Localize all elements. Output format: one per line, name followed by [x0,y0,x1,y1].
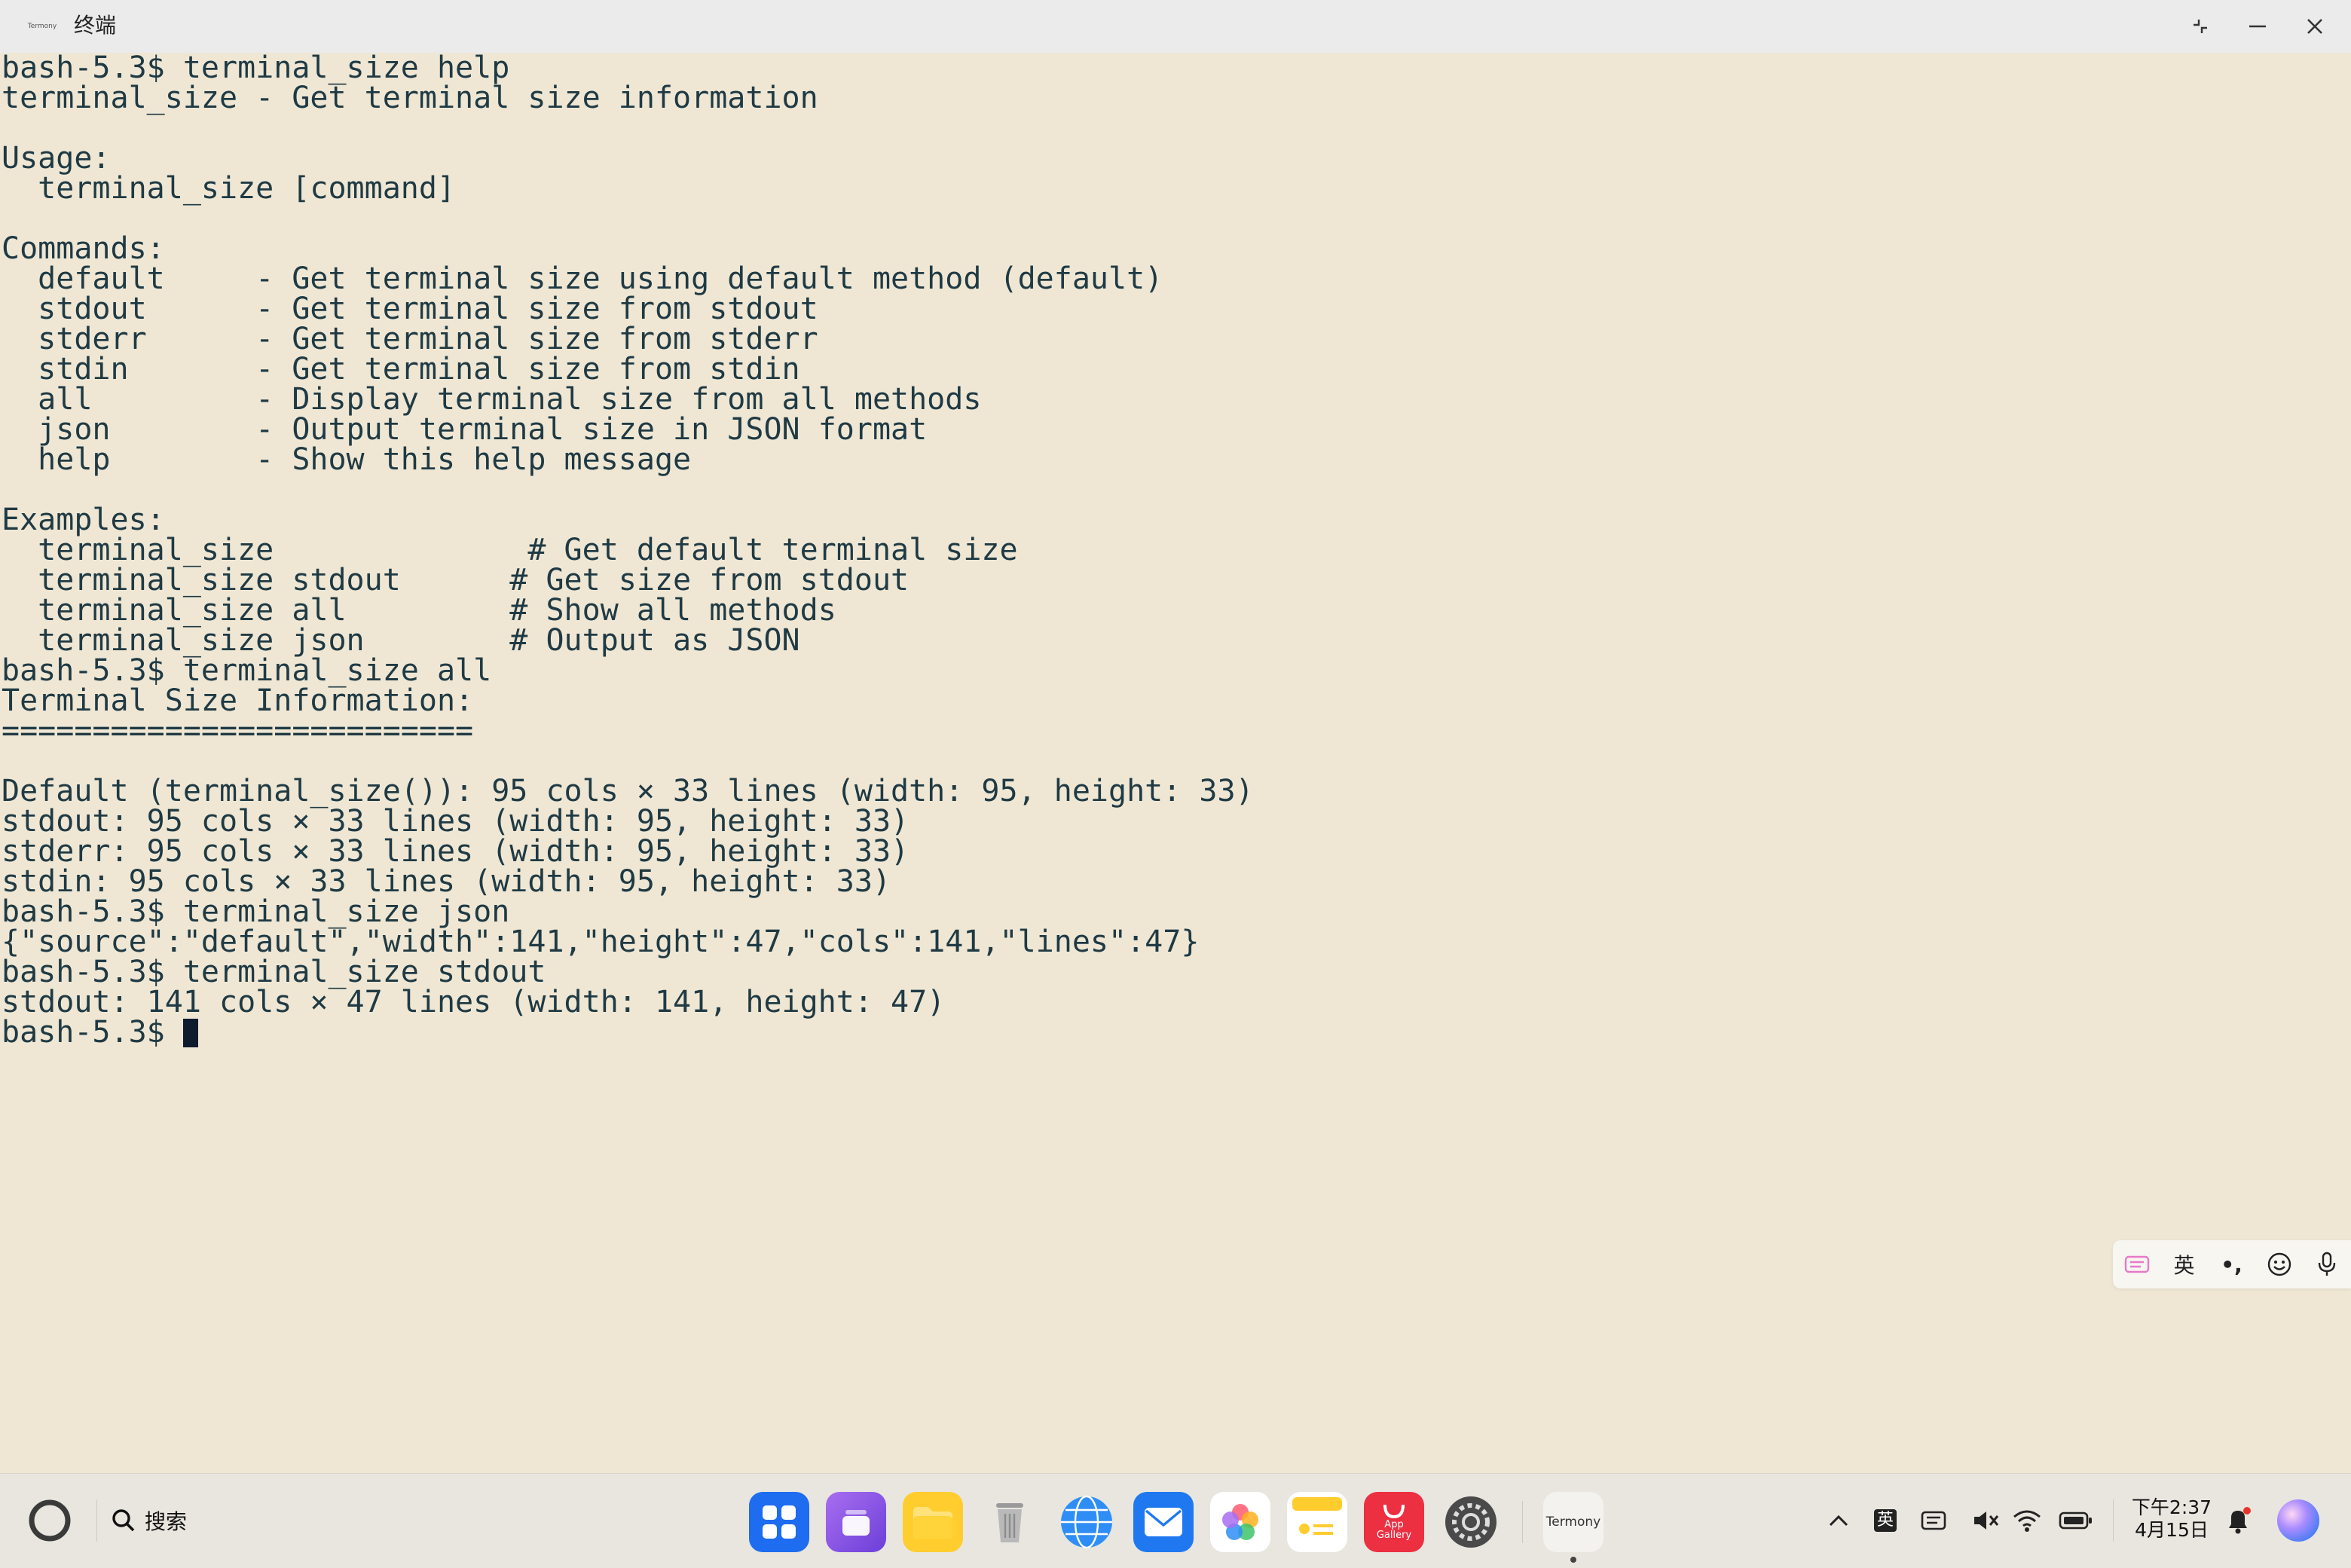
dock-app-settings[interactable] [1441,1492,1501,1552]
terminal-line: terminal_size - Get terminal size inform… [2,81,818,115]
minimize-icon [2249,25,2266,28]
termony-label: Termony [1545,1515,1601,1530]
taskbar-divider [96,1499,97,1542]
dock-app-appgallery[interactable]: App Gallery [1364,1492,1424,1552]
bell-icon [2229,1507,2251,1534]
start-ring-icon [29,1499,71,1542]
folder-icon [913,1507,952,1539]
terminal-output[interactable]: bash-5.3$ terminal_size help terminal_si… [0,53,2351,1473]
dock-app-mail[interactable] [1133,1492,1194,1552]
restore-icon [2194,20,2207,33]
battery-charging-icon [2059,1511,2092,1530]
search-button[interactable]: 搜索 [110,1503,187,1538]
dock-divider [1522,1501,1523,1543]
tray-ime-label: 英 [1873,1509,1897,1532]
tray-battery-button[interactable] [2057,1499,2095,1542]
volume-muted-icon [1974,1511,1999,1530]
dock-app-termony[interactable]: Termony [1543,1492,1604,1552]
notification-button[interactable] [2221,1499,2255,1542]
settings-gear-icon [1445,1496,1497,1548]
chevron-up-icon [1829,1515,1848,1527]
clock-time: 下午2:37 [2131,1496,2212,1518]
smiley-icon [2267,1252,2291,1276]
dock-app-notes[interactable] [1287,1492,1347,1552]
mail-icon [1145,1508,1182,1536]
ime-toolbar: 英 •, [2113,1240,2351,1288]
browser-globe-icon [1061,1495,1112,1549]
windows-stack-icon [842,1510,870,1536]
app-gallery-label: App Gallery [1376,1519,1412,1541]
title-bar: Termony 终端 [0,0,2351,53]
window-title: 终端 [74,13,117,38]
dock-app-multitask[interactable] [826,1492,886,1552]
notes-icon [1292,1497,1342,1535]
search-icon [112,1509,135,1532]
dock-app-recycle-bin[interactable] [980,1492,1040,1552]
dock-app-browser[interactable] [1056,1492,1117,1552]
ime-language-toggle[interactable]: 英 [2160,1240,2208,1288]
keyboard-icon [1921,1511,1946,1530]
running-indicator [1570,1557,1576,1563]
keyboard-pink-icon [2124,1255,2149,1273]
tray-ime-indicator[interactable]: 英 [1869,1499,1902,1542]
dock-app-gallery[interactable] [1210,1492,1270,1552]
ime-voice-button[interactable] [2303,1240,2350,1288]
dock-app-launcher[interactable] [749,1492,809,1552]
terminal-line: help - Show this help message [2,442,692,477]
terminal-line: ========================== [2,714,474,748]
tray-wifi-button[interactable] [2010,1499,2044,1542]
shopping-bag-icon [1383,1504,1405,1519]
trash-icon [996,1503,1023,1542]
close-icon [2307,19,2322,34]
app-grid-icon [763,1505,796,1539]
terminal-text: bash-5.3$ terminal_size help terminal_si… [0,53,2351,1017]
restore-button[interactable] [2178,8,2223,45]
photos-flower-icon [1222,1504,1258,1540]
terminal-app-icon: Termony [27,23,57,30]
text-cursor [182,1019,198,1047]
assistant-orb-icon [2277,1499,2319,1542]
ime-punctuation-toggle[interactable]: •, [2208,1240,2255,1288]
ime-emoji-button[interactable] [2255,1240,2303,1288]
terminal-prompt: bash-5.3$ [2,1015,183,1050]
search-label: 搜索 [145,1509,188,1534]
wifi-icon [2013,1510,2041,1532]
close-button[interactable] [2292,8,2337,45]
clock-date: 4月15日 [2135,1519,2209,1541]
microphone-icon [2318,1252,2335,1276]
clock[interactable]: 下午2:37 4月15日 [2126,1496,2217,1542]
assistant-button[interactable] [2274,1495,2322,1546]
terminal-line: terminal_size [command] [2,171,456,206]
tray-volume-button[interactable] [1970,1499,2003,1542]
minimize-button[interactable] [2235,8,2280,45]
tray-keyboard-button[interactable] [1917,1499,1950,1542]
tray-expand-button[interactable] [1824,1499,1854,1542]
dock-app-files[interactable] [903,1492,963,1552]
ime-keyboard-button[interactable] [2113,1240,2160,1288]
terminal-prompt-line[interactable]: bash-5.3$ [0,1017,2351,1047]
start-button[interactable] [27,1498,72,1543]
tray-divider [2113,1499,2114,1542]
